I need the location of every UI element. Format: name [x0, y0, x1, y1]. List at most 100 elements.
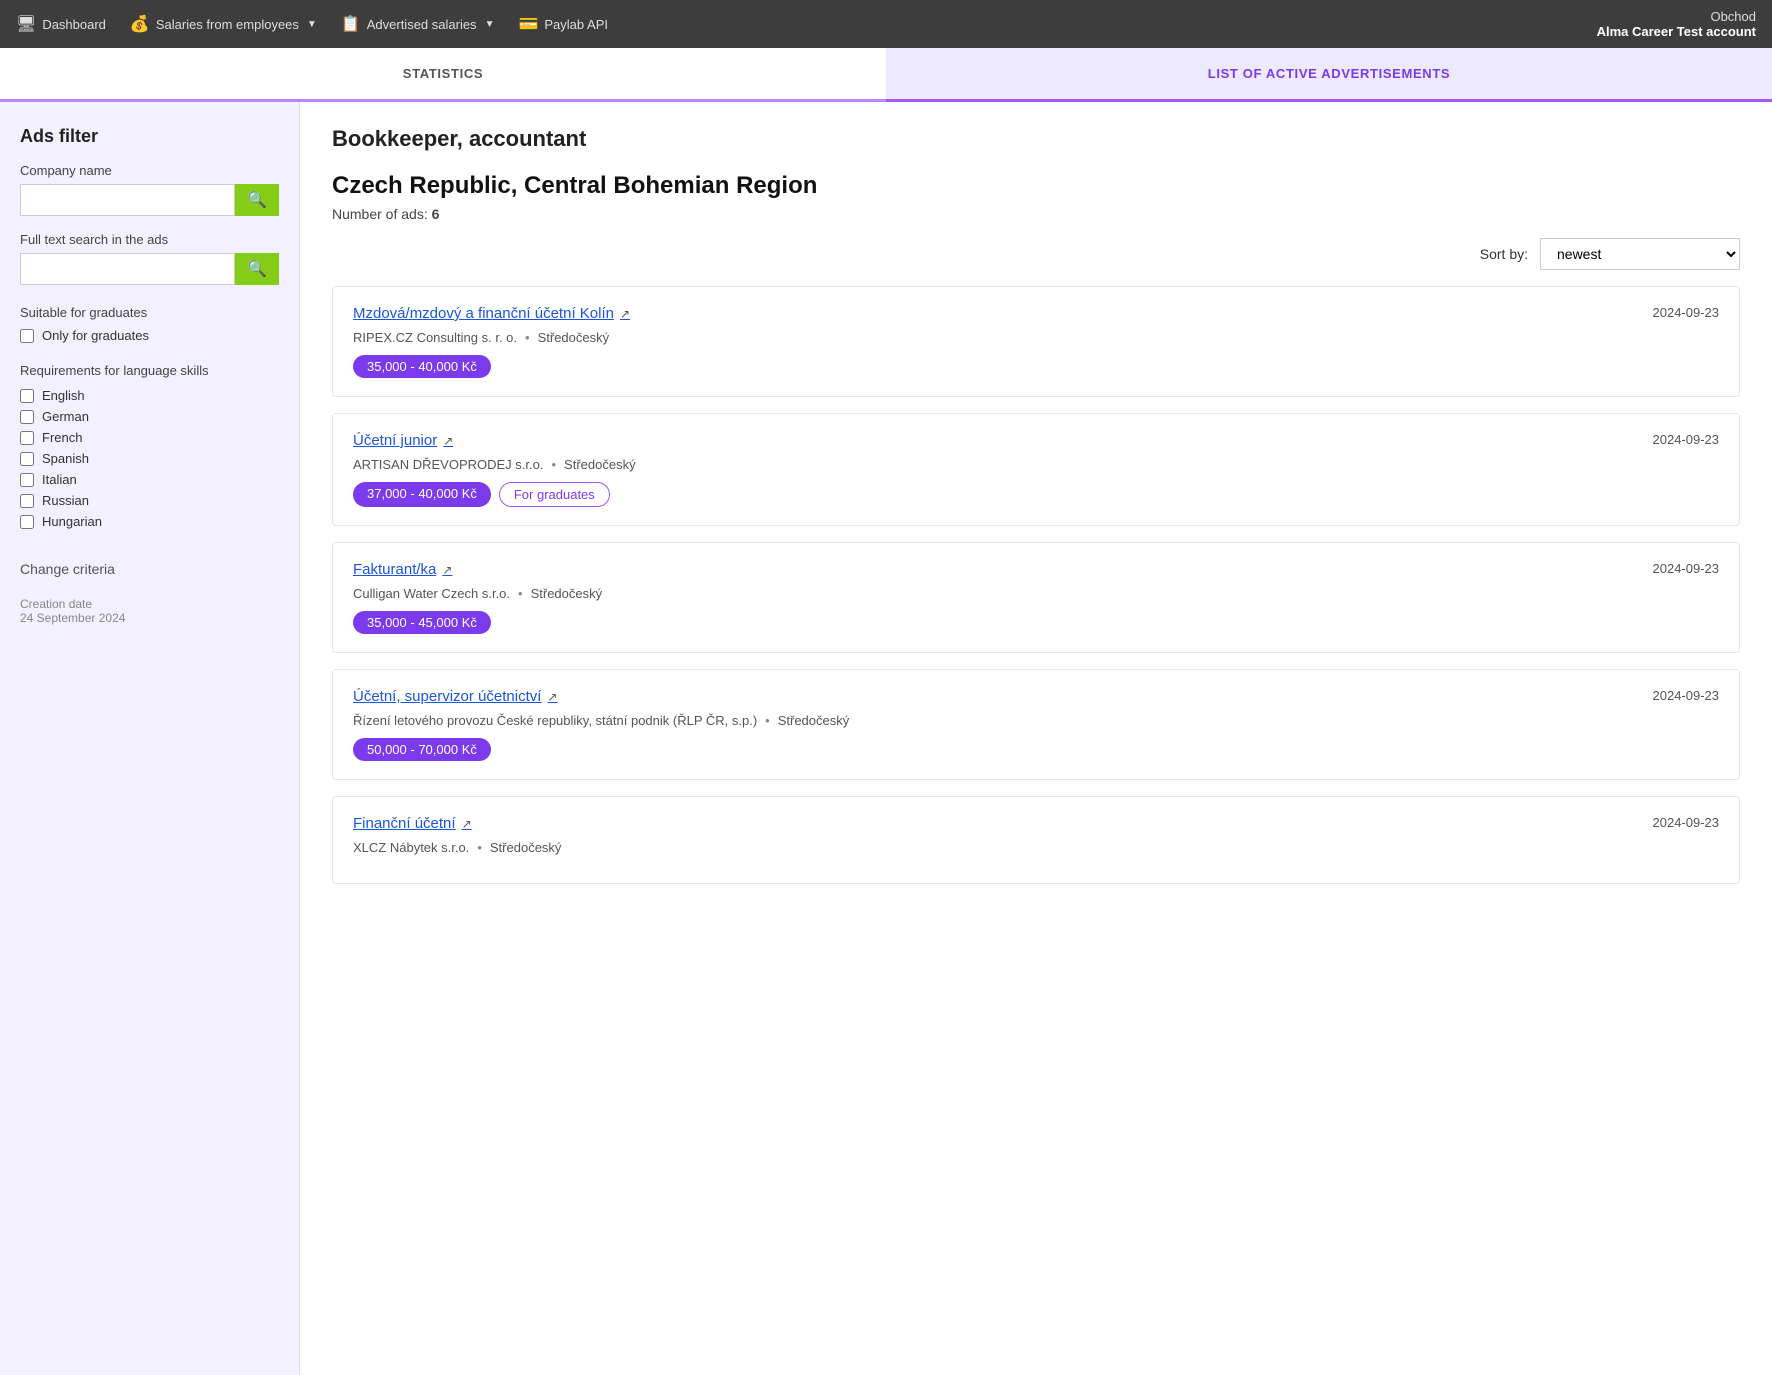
nav-paylab-api[interactable]: 💳 Paylab API — [518, 14, 608, 34]
page-job-title: Bookkeeper, accountant — [332, 126, 1740, 152]
sidebar: Ads filter Company name 🔍 Full text sear… — [0, 102, 300, 1375]
job-card: Účetní, supervizor účetnictví ↗ 2024-09-… — [332, 669, 1740, 780]
language-label-italian[interactable]: Italian — [42, 472, 77, 487]
job-region: Středočeský — [778, 713, 850, 728]
only-for-graduates-label[interactable]: Only for graduates — [42, 328, 149, 343]
nav-advertised-salaries[interactable]: 📋 Advertised salaries ▼ — [341, 14, 495, 34]
account-name: Alma Career Test account — [1597, 24, 1756, 39]
top-navigation: 🖥 Dashboard 💰 Salaries from employees ▼ … — [0, 0, 1772, 48]
job-date: 2024-09-23 — [1653, 305, 1720, 320]
paylab-label: Paylab API — [544, 17, 608, 32]
language-label-spanish[interactable]: Spanish — [42, 451, 89, 466]
job-region: Středočeský — [490, 840, 562, 855]
job-company: XLCZ Nábytek s.r.o. • Středočeský — [353, 840, 1719, 855]
ads-count-label: Number of ads: — [332, 206, 428, 222]
job-cards-container: Mzdová/mzdový a finanční účetní Kolín ↗ … — [332, 286, 1740, 884]
job-tags-row: 37,000 - 40,000 Kč For graduates — [353, 482, 1719, 507]
language-checkbox-french[interactable] — [20, 431, 34, 445]
change-criteria-link[interactable]: Change criteria — [20, 561, 279, 577]
full-text-input[interactable] — [20, 253, 235, 285]
job-date: 2024-09-23 — [1653, 561, 1720, 576]
job-title-link[interactable]: Účetní, supervizor účetnictví ↗ — [353, 688, 557, 705]
salary-tag: 50,000 - 70,000 Kč — [353, 738, 491, 761]
sort-row: Sort by: newest — [332, 238, 1740, 270]
job-title-link[interactable]: Finanční účetní ↗ — [353, 815, 472, 832]
nav-dashboard[interactable]: 🖥 Dashboard — [16, 14, 106, 34]
dashboard-icon: 🖥 — [16, 14, 36, 34]
language-checkbox-spanish[interactable] — [20, 452, 34, 466]
company-name: Culligan Water Czech s.r.o. — [353, 586, 510, 601]
job-card: Mzdová/mzdový a finanční účetní Kolín ↗ … — [332, 286, 1740, 397]
company-name: ARTISAN DŘEVOPRODEJ s.r.o. — [353, 457, 543, 472]
language-label-french[interactable]: French — [42, 430, 82, 445]
dot-separator: • — [551, 457, 556, 472]
job-title-text: Mzdová/mzdový a finanční účetní Kolín — [353, 305, 614, 322]
language-row-french: French — [20, 430, 279, 445]
job-date: 2024-09-23 — [1653, 815, 1720, 830]
account-company: Obchod — [1597, 9, 1756, 24]
external-link-icon: ↗ — [442, 563, 452, 577]
job-tags-row: 35,000 - 40,000 Kč — [353, 355, 1719, 378]
job-title-link[interactable]: Fakturant/ka ↗ — [353, 561, 452, 578]
external-link-icon: ↗ — [443, 434, 453, 448]
graduates-section: Suitable for graduates Only for graduate… — [20, 305, 279, 343]
language-label-hungarian[interactable]: Hungarian — [42, 514, 102, 529]
salaries-dropdown-arrow: ▼ — [307, 19, 317, 30]
company-name: RIPEX.CZ Consulting s. r. o. — [353, 330, 517, 345]
job-region: Středočeský — [538, 330, 610, 345]
language-label-russian[interactable]: Russian — [42, 493, 89, 508]
job-card-header: Účetní, supervizor účetnictví ↗ 2024-09-… — [353, 688, 1719, 705]
language-label-english[interactable]: English — [42, 388, 85, 403]
sort-select[interactable]: newest — [1540, 238, 1740, 270]
nav-salaries-from-employees[interactable]: 💰 Salaries from employees ▼ — [130, 14, 317, 34]
language-label-german[interactable]: German — [42, 409, 89, 424]
ads-count: Number of ads: 6 — [332, 206, 1740, 222]
job-title-link[interactable]: Účetní junior ↗ — [353, 432, 453, 449]
only-for-graduates-checkbox[interactable] — [20, 329, 34, 343]
job-tags-row: 35,000 - 45,000 Kč — [353, 611, 1719, 634]
external-link-icon: ↗ — [620, 307, 630, 321]
company-name-input[interactable] — [20, 184, 235, 216]
ads-count-value: 6 — [432, 206, 440, 222]
language-checkboxes: English German French Spanish Italian Russian… — [20, 388, 279, 529]
language-row-russian: Russian — [20, 493, 279, 508]
job-tags-row: 50,000 - 70,000 Kč — [353, 738, 1719, 761]
tab-statistics[interactable]: STATISTICS — [0, 48, 886, 99]
job-company: Culligan Water Czech s.r.o. • Středočesk… — [353, 586, 1719, 601]
graduates-title: Suitable for graduates — [20, 305, 279, 320]
job-title-text: Účetní, supervizor účetnictví — [353, 688, 541, 705]
company-name-search-button[interactable]: 🔍 — [235, 184, 279, 216]
job-title-link[interactable]: Mzdová/mzdový a finanční účetní Kolín ↗ — [353, 305, 630, 322]
job-date: 2024-09-23 — [1653, 688, 1720, 703]
region-title: Czech Republic, Central Bohemian Region — [332, 172, 1740, 200]
job-card: Finanční účetní ↗ 2024-09-23 XLCZ Nábyte… — [332, 796, 1740, 884]
language-checkbox-english[interactable] — [20, 389, 34, 403]
language-row-german: German — [20, 409, 279, 424]
tab-list-active-ads[interactable]: LIST OF ACTIVE ADVERTISEMENTS — [886, 48, 1772, 102]
job-date: 2024-09-23 — [1653, 432, 1720, 447]
language-row-english: English — [20, 388, 279, 403]
salary-tag: 37,000 - 40,000 Kč — [353, 482, 491, 507]
salary-tag: 35,000 - 40,000 Kč — [353, 355, 491, 378]
account-menu[interactable]: Obchod Alma Career Test account — [1597, 9, 1756, 39]
full-text-field-row: 🔍 — [20, 253, 279, 285]
job-title-text: Finanční účetní — [353, 815, 456, 832]
job-card-header: Fakturant/ka ↗ 2024-09-23 — [353, 561, 1719, 578]
job-region: Středočeský — [531, 586, 603, 601]
dashboard-label: Dashboard — [42, 17, 106, 32]
job-company: ARTISAN DŘEVOPRODEJ s.r.o. • Středočeský — [353, 457, 1719, 472]
salaries-label: Salaries from employees — [156, 17, 299, 32]
full-text-search-button[interactable]: 🔍 — [235, 253, 279, 285]
language-checkbox-russian[interactable] — [20, 494, 34, 508]
company-name-label: Company name — [20, 163, 279, 178]
advertised-label: Advertised salaries — [367, 17, 477, 32]
language-checkbox-italian[interactable] — [20, 473, 34, 487]
sort-by-label: Sort by: — [1480, 246, 1528, 262]
external-link-icon: ↗ — [462, 817, 472, 831]
advertised-dropdown-arrow: ▼ — [485, 19, 495, 30]
language-checkbox-hungarian[interactable] — [20, 515, 34, 529]
dot-separator: • — [765, 713, 770, 728]
language-section: Requirements for language skills English… — [20, 363, 279, 529]
dot-separator: • — [525, 330, 530, 345]
language-checkbox-german[interactable] — [20, 410, 34, 424]
